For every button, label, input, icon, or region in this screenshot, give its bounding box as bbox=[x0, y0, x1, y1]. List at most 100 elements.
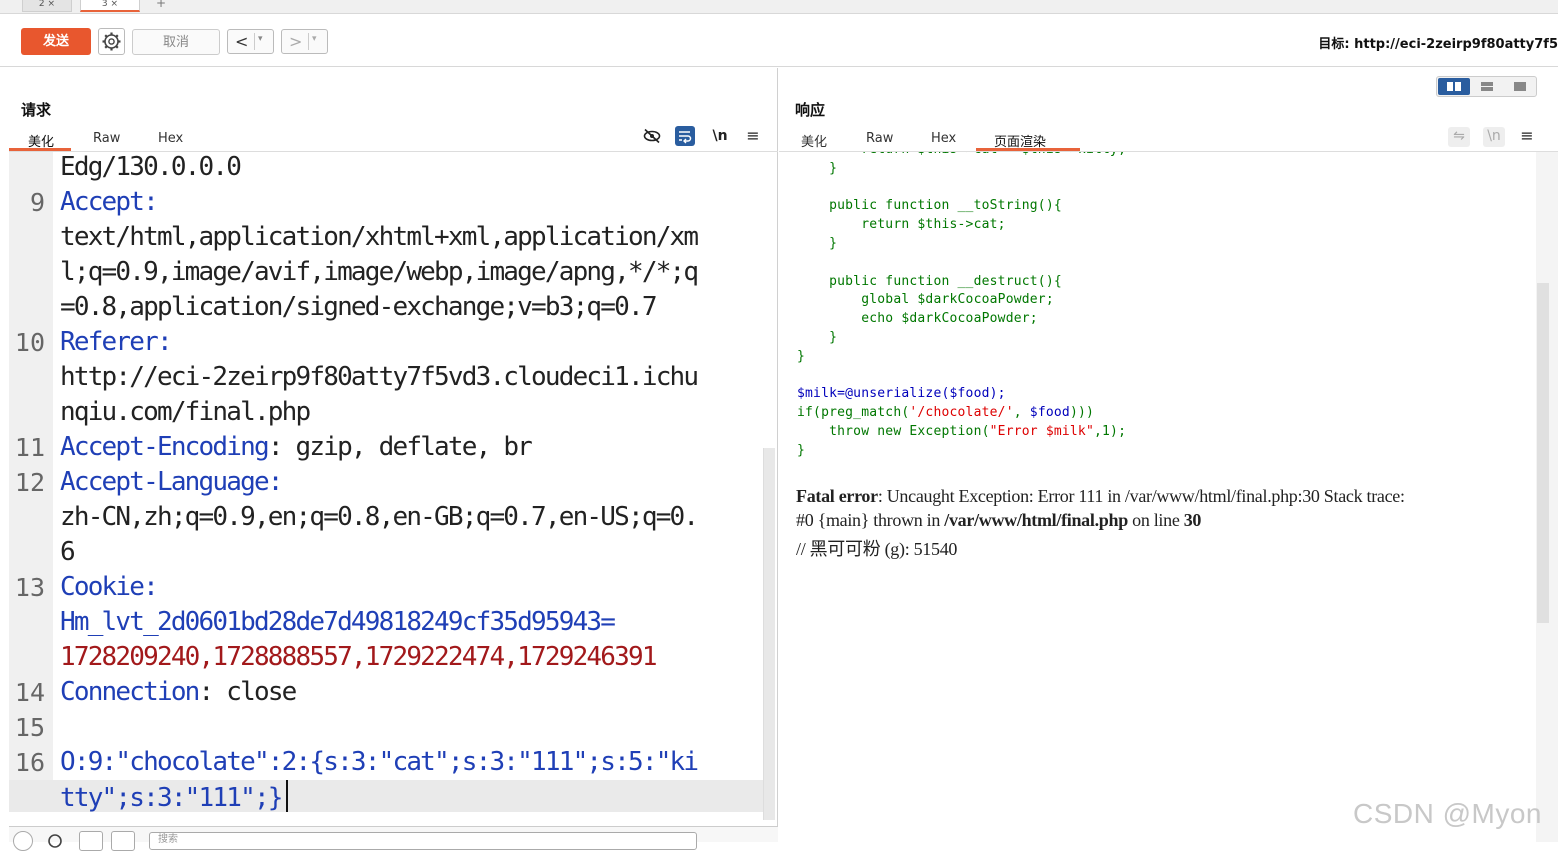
line-text: Connection: close bbox=[60, 675, 298, 710]
layout-side-by-side[interactable] bbox=[1438, 78, 1470, 95]
line-number: 12 bbox=[14, 468, 45, 497]
editor-line[interactable]: =0.8,application/signed-exchange;v=b3;q=… bbox=[9, 290, 763, 325]
search-prev-button[interactable] bbox=[79, 831, 103, 851]
line-text: l;q=0.9,image/avif,image/webp,image/apng… bbox=[60, 257, 699, 287]
php-source-line: return $this->cat; bbox=[797, 217, 1006, 233]
header-value: : close bbox=[198, 677, 298, 707]
editor-line[interactable]: 11 Accept-Encoding: gzip, deflate, br bbox=[9, 430, 763, 465]
layout-stacked[interactable] bbox=[1471, 78, 1503, 95]
header-value: = bbox=[600, 607, 616, 637]
tab-pretty[interactable]: 美化 bbox=[801, 131, 827, 150]
tab-raw[interactable]: Raw bbox=[866, 131, 893, 146]
php-source-line: } bbox=[797, 442, 806, 458]
menu-icon[interactable]: ≡ bbox=[1518, 127, 1536, 145]
line-text: http://eci-2zeirp9f80atty7f5vd3.cloudeci… bbox=[60, 362, 699, 392]
line-number: 14 bbox=[14, 678, 45, 707]
line-number: 16 bbox=[14, 748, 45, 777]
php-token: , bbox=[1013, 405, 1030, 421]
editor-line[interactable]: Edg/130.0.0.0 bbox=[9, 152, 763, 185]
settings-button[interactable] bbox=[98, 28, 125, 55]
repeater-tab-3[interactable]: 3 × bbox=[80, 0, 140, 12]
php-token: if(preg_match( bbox=[797, 405, 910, 421]
back-button[interactable]: < ▾ bbox=[227, 29, 274, 54]
chevron-down-icon[interactable]: ▾ bbox=[258, 34, 263, 44]
line-text: Hm_lvt_2d0601bd28de7d49818249cf35d95943= bbox=[60, 605, 616, 640]
request-title: 请求 bbox=[21, 101, 52, 119]
vertical-scrollbar[interactable] bbox=[763, 448, 775, 820]
line-number: 10 bbox=[14, 328, 45, 357]
editor-line[interactable]: nqiu.com/final.php bbox=[9, 395, 763, 430]
newline-icon[interactable]: \n bbox=[710, 127, 730, 145]
php-token: ))) bbox=[1069, 405, 1095, 421]
repeater-tab-2-label: 2 × bbox=[38, 0, 56, 9]
tab-hex[interactable]: Hex bbox=[158, 131, 183, 146]
text-cursor bbox=[285, 780, 288, 812]
editor-line[interactable]: 1728209240,1728888557,1729222474,1729246… bbox=[9, 640, 763, 675]
chevron-down-icon[interactable]: ▾ bbox=[312, 34, 317, 44]
divider bbox=[254, 33, 255, 50]
line-text: Edg/130.0.0.0 bbox=[60, 152, 242, 182]
php-source-line: global $darkCocoaPowder; bbox=[797, 292, 1054, 308]
forward-button[interactable]: > ▾ bbox=[281, 29, 328, 54]
layout-toggle[interactable] bbox=[1436, 76, 1537, 97]
line-text: 6 bbox=[60, 537, 76, 567]
editor-line[interactable]: Hm_lvt_2d0601bd28de7d49818249cf35d95943= bbox=[9, 605, 763, 640]
vertical-scrollbar[interactable] bbox=[1537, 283, 1549, 623]
editor-line[interactable]: zh-CN,zh;q=0.9,en;q=0.8,en-GB;q=0.7,en-U… bbox=[9, 500, 763, 535]
php-token: $food bbox=[1029, 405, 1070, 421]
tab-hex[interactable]: Hex bbox=[931, 131, 956, 146]
output-comment: // 黑可可粉 (g): 51540 bbox=[796, 539, 958, 559]
chevron-right-icon: > bbox=[289, 32, 303, 51]
search-next-button[interactable] bbox=[111, 831, 135, 851]
editor-line[interactable]: 10 Referer: bbox=[9, 325, 763, 360]
line-text: text/html,application/xhtml+xml,applicat… bbox=[60, 222, 699, 252]
wrap-icon[interactable] bbox=[675, 126, 695, 146]
chevron-left-icon: < bbox=[235, 32, 249, 51]
add-tab-button[interactable]: + bbox=[156, 0, 166, 10]
php-source-line: } bbox=[797, 330, 838, 345]
response-panel: 响应 美化 Raw Hex 页面渲染 ⇋ \n ≡ return $this->… bbox=[779, 68, 1558, 842]
editor-line[interactable]: 16 O:9:"chocolate":2:{s:3:"cat";s:3:"111"… bbox=[9, 745, 763, 780]
php-token: throw new Exception( bbox=[797, 424, 990, 439]
php-token: ,1); bbox=[1094, 424, 1127, 439]
rendered-page: return $this->cat===$this->kitty; } publ… bbox=[779, 152, 1536, 842]
editor-line[interactable]: text/html,application/xhtml+xml,applicat… bbox=[9, 220, 763, 255]
php-source-line: $milk=@unserialize($food); bbox=[797, 386, 1006, 402]
send-button[interactable]: 发送 bbox=[21, 28, 91, 55]
line-number: 11 bbox=[14, 433, 45, 462]
editor-line[interactable]: 12 Accept-Language: bbox=[9, 465, 763, 500]
menu-icon[interactable]: ≡ bbox=[744, 127, 762, 145]
repeater-tab-2[interactable]: 2 × bbox=[22, 0, 72, 12]
line-text: =0.8,application/signed-exchange;v=b3;q=… bbox=[60, 292, 658, 322]
php-token: '/chocolate/' bbox=[909, 405, 1014, 421]
editor-line[interactable]: 15 bbox=[9, 710, 763, 745]
target-url[interactable]: 目标: http://eci-2zeirp9f80atty7f5 bbox=[1318, 33, 1558, 52]
line-text: 1728209240,1728888557,1729222474,1729246… bbox=[60, 642, 658, 672]
cancel-button[interactable]: 取消 bbox=[132, 29, 220, 55]
newline-icon[interactable]: \n bbox=[1483, 127, 1505, 147]
editor-line[interactable]: 9 Accept: bbox=[9, 185, 763, 220]
search-input[interactable]: 搜索 bbox=[149, 832, 697, 850]
editor-line[interactable]: l;q=0.9,image/avif,image/webp,image/apng… bbox=[9, 255, 763, 290]
editor-line[interactable]: tty";s:3:"111";} bbox=[9, 780, 763, 812]
line-text: Referer: bbox=[60, 327, 173, 357]
editor-line[interactable]: 13 Cookie: bbox=[9, 570, 763, 605]
editor-line[interactable]: 14 Connection: close bbox=[9, 675, 763, 710]
php-source-line: } bbox=[797, 348, 806, 364]
help-icon[interactable] bbox=[13, 831, 33, 851]
gear-icon[interactable] bbox=[45, 831, 69, 851]
line-text: nqiu.com/final.php bbox=[60, 397, 311, 427]
request-editor[interactable]: Edg/130.0.0.0 9 Accept: text/html,applicati… bbox=[9, 152, 763, 812]
php-source-line: } bbox=[797, 236, 838, 251]
wrap-icon[interactable]: ⇋ bbox=[1448, 127, 1470, 147]
request-panel: 请求 美化 Raw Hex \n ≡ Edg/130.0.0.0 9 Accept:… bbox=[0, 68, 778, 842]
tab-raw[interactable]: Raw bbox=[93, 131, 120, 146]
line-text: tty";s:3:"111";} bbox=[60, 780, 288, 812]
editor-line[interactable]: 6 bbox=[9, 535, 763, 570]
editor-line[interactable]: http://eci-2zeirp9f80atty7f5vd3.cloudeci… bbox=[9, 360, 763, 395]
header-key: Accept-Encoding bbox=[60, 432, 270, 462]
line-text: Accept-Language: bbox=[60, 467, 283, 497]
layout-tabs[interactable] bbox=[1504, 78, 1536, 95]
fatal-error-message: : Uncaught Exception: Error 111 in /var/… bbox=[877, 486, 1405, 506]
eye-off-icon[interactable] bbox=[642, 128, 662, 149]
